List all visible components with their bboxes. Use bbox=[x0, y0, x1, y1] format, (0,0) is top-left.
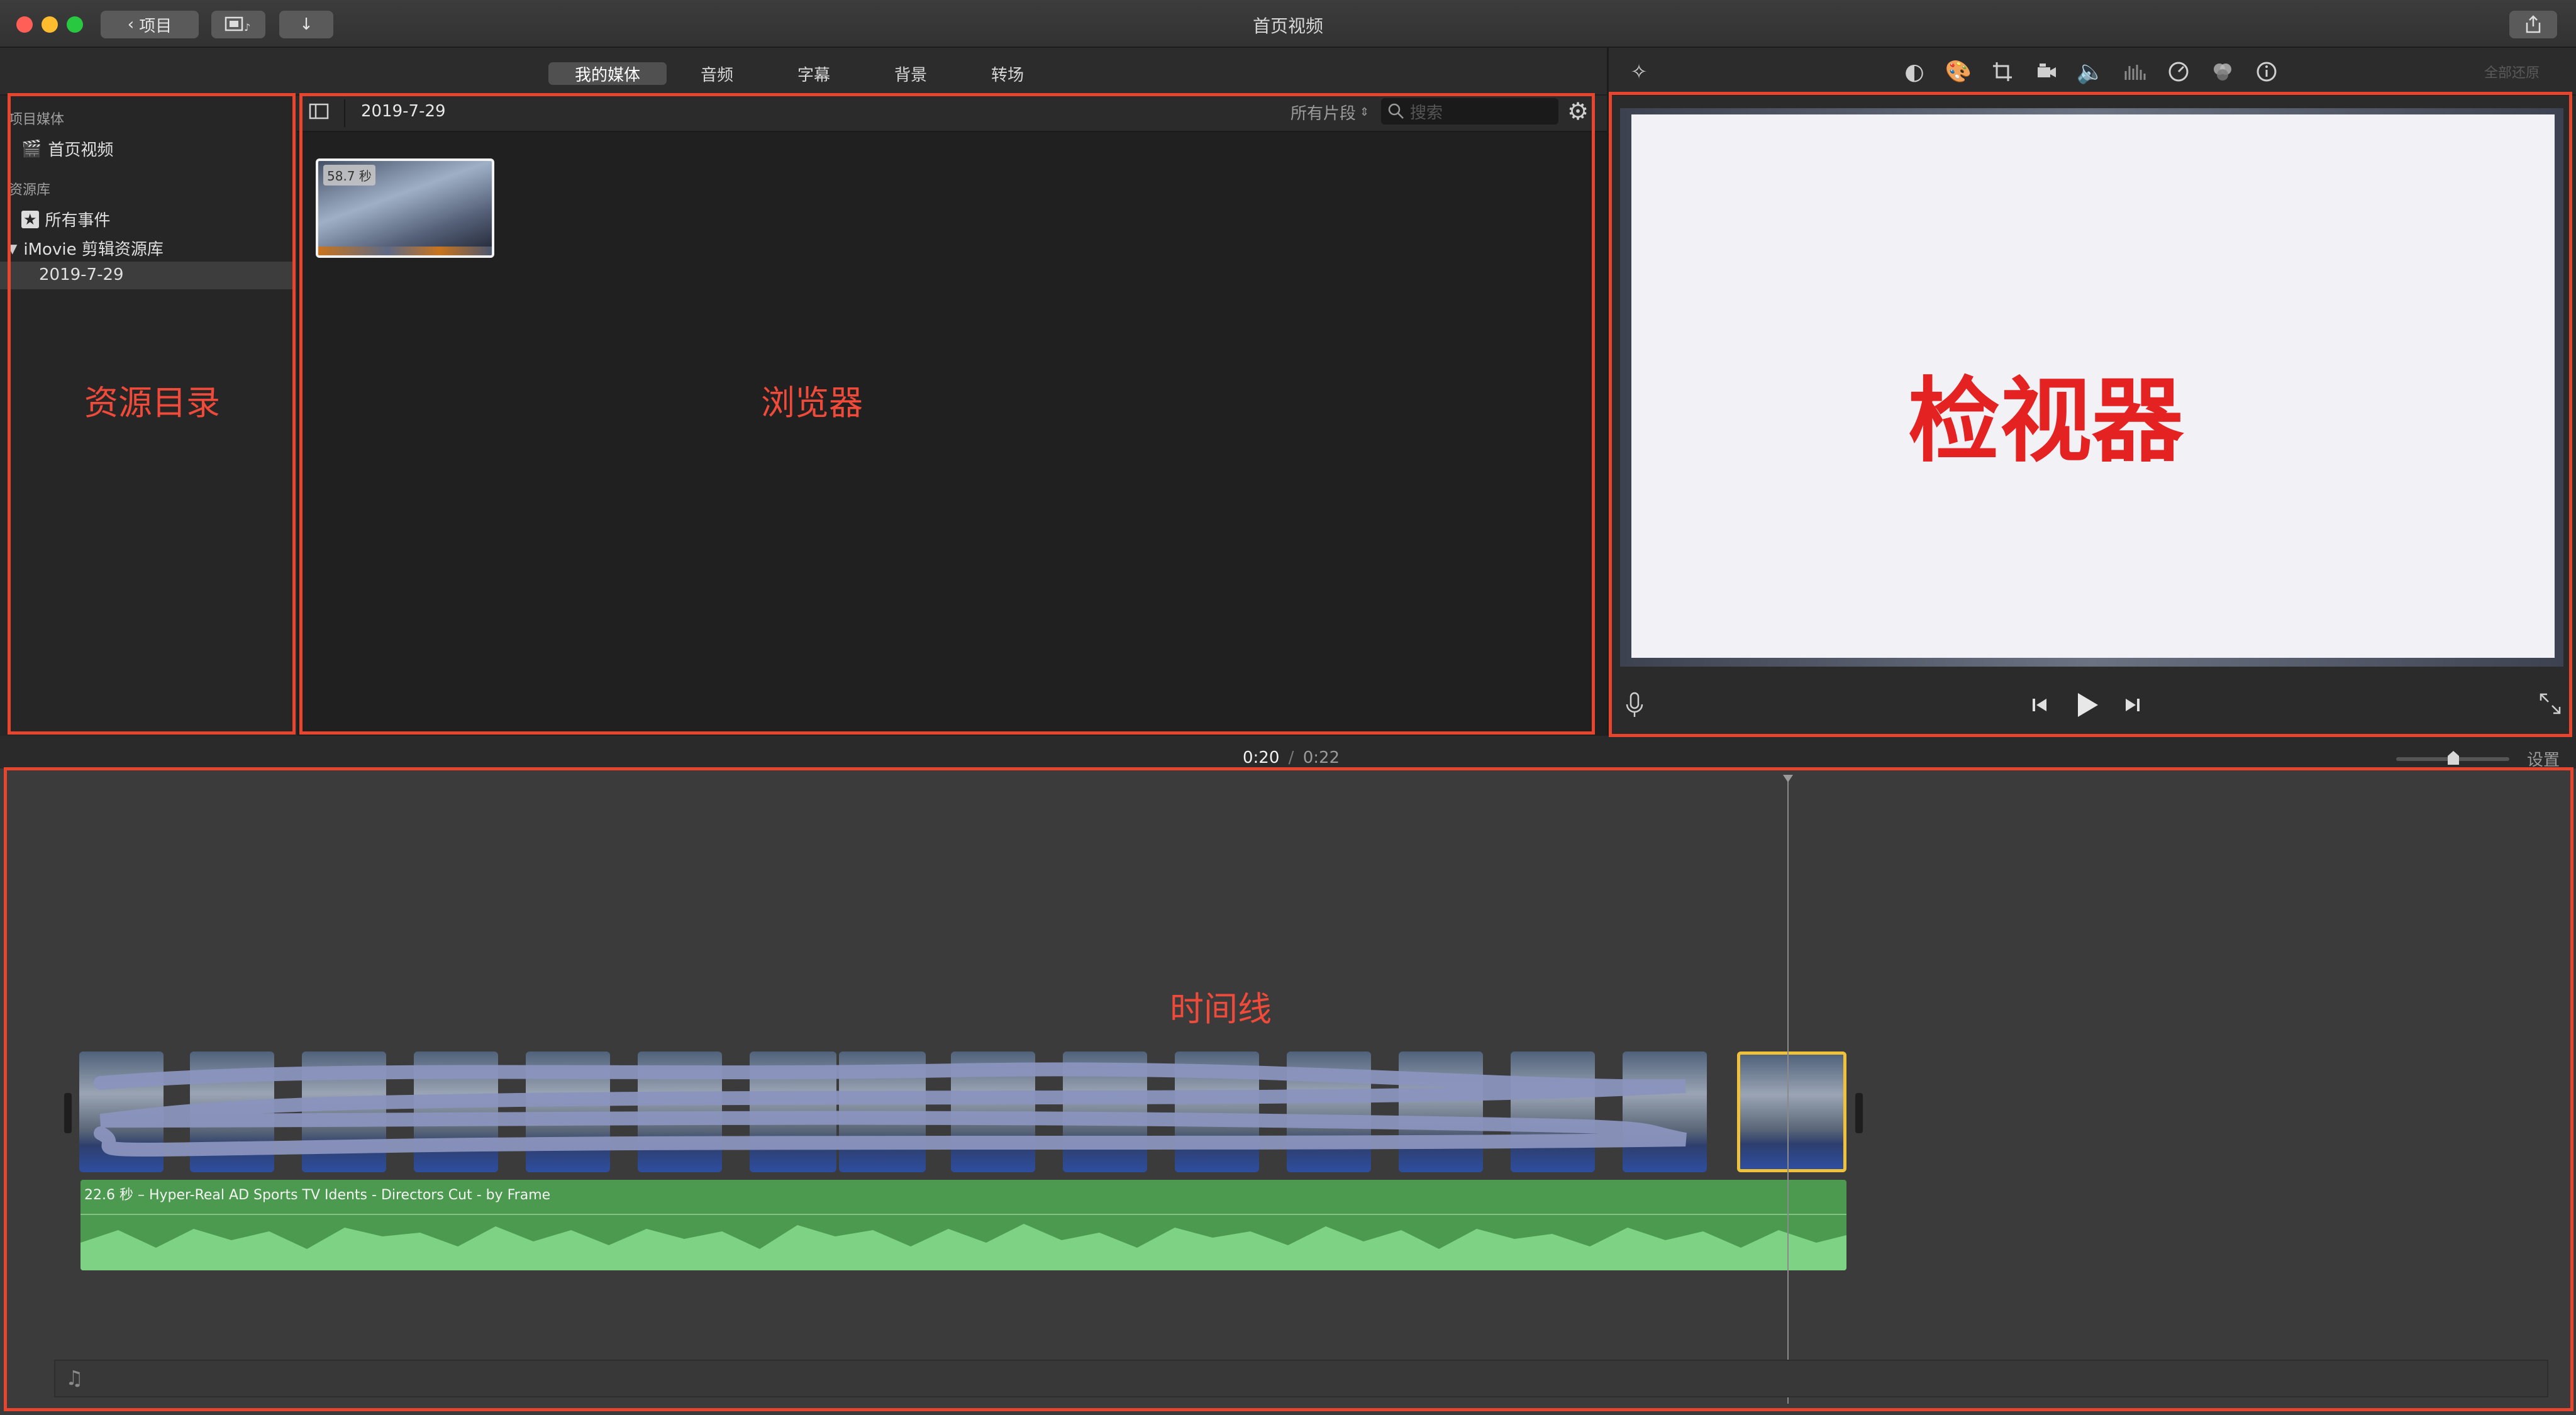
info-icon[interactable] bbox=[2251, 57, 2282, 87]
color-correction-icon[interactable]: 🎨 bbox=[1943, 57, 1974, 87]
current-time: 0:20 bbox=[1243, 748, 1280, 767]
total-duration: 0:22 bbox=[1302, 748, 1340, 767]
reset-all-button[interactable]: 全部还原 bbox=[2484, 62, 2540, 82]
tab-titles[interactable]: 字幕 bbox=[782, 62, 845, 85]
color-balance-icon[interactable]: ◐ bbox=[1899, 57, 1929, 87]
clip-filter-icon[interactable] bbox=[2207, 57, 2238, 87]
speed-icon[interactable] bbox=[2163, 57, 2194, 87]
window-title: 首页视频 bbox=[1252, 16, 1323, 36]
annotation-label-browser: 浏览器 bbox=[761, 383, 863, 423]
tab-backgrounds[interactable]: 背景 bbox=[879, 62, 942, 85]
timecode-display: 0:20 / 0:22 bbox=[1243, 748, 1340, 767]
speedometer-glyph bbox=[2168, 62, 2189, 82]
tab-my-media[interactable]: 我的媒体 bbox=[548, 62, 667, 85]
zoom-slider-thumb[interactable] bbox=[2446, 750, 2460, 766]
magic-wand-icon[interactable]: ✧ bbox=[1624, 57, 1654, 87]
share-icon bbox=[2526, 15, 2541, 33]
camera-glyph bbox=[2038, 64, 2056, 77]
annotation-box-browser bbox=[299, 93, 1595, 735]
stabilization-icon[interactable] bbox=[2031, 57, 2062, 87]
annotation-label-viewer: 检视器 bbox=[1908, 368, 2184, 475]
tab-transitions[interactable]: 转场 bbox=[976, 62, 1039, 85]
info-glyph bbox=[2257, 62, 2277, 82]
volume-icon[interactable]: 🔈 bbox=[2075, 57, 2106, 87]
annotation-label-library: 资源目录 bbox=[84, 383, 220, 423]
equalizer-icon[interactable] bbox=[2119, 57, 2150, 87]
filter-circles-glyph bbox=[2214, 64, 2231, 80]
equalizer-glyph bbox=[2124, 65, 2146, 80]
crop-glyph bbox=[1993, 62, 2012, 81]
annotation-box-timeline bbox=[4, 767, 2573, 1411]
tab-audio[interactable]: 音频 bbox=[686, 62, 748, 85]
annotation-label-timeline: 时间线 bbox=[1170, 989, 1272, 1029]
share-button[interactable] bbox=[2509, 11, 2557, 38]
crop-icon[interactable] bbox=[1987, 57, 2018, 87]
timecode-separator: / bbox=[1288, 748, 1294, 767]
